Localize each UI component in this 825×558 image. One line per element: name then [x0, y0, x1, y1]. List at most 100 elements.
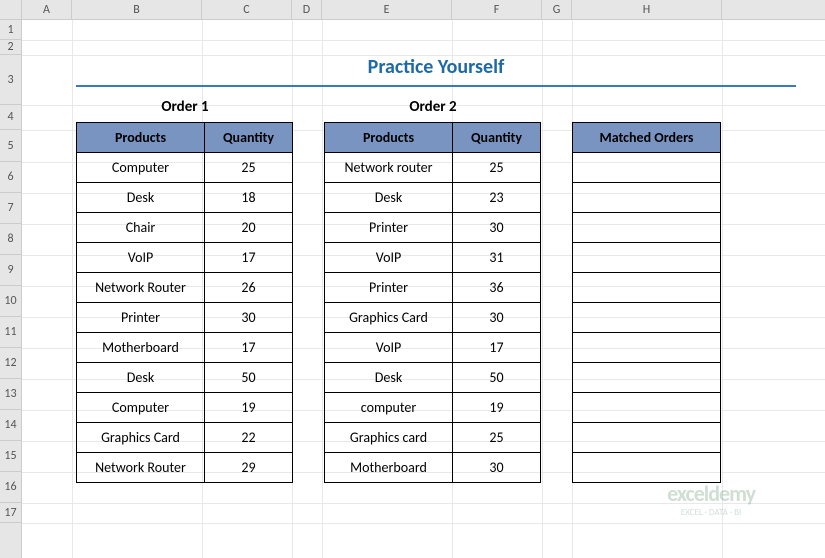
- cell[interactable]: 29: [205, 453, 293, 483]
- row-header[interactable]: 15: [0, 441, 21, 472]
- order1-products-header[interactable]: Products: [77, 123, 205, 153]
- cell[interactable]: 17: [205, 243, 293, 273]
- row-header[interactable]: 12: [0, 348, 21, 379]
- table-row: VoIP31: [325, 243, 541, 273]
- cell[interactable]: [573, 213, 721, 243]
- table-row: Desk23: [325, 183, 541, 213]
- cell[interactable]: 26: [205, 273, 293, 303]
- cell[interactable]: 30: [453, 303, 541, 333]
- gridline-vertical: [72, 20, 73, 558]
- row-header[interactable]: 13: [0, 379, 21, 410]
- cell[interactable]: 30: [453, 453, 541, 483]
- cell[interactable]: 31: [453, 243, 541, 273]
- cell[interactable]: Desk: [325, 363, 453, 393]
- cell[interactable]: 23: [453, 183, 541, 213]
- row-header[interactable]: 1: [0, 20, 21, 40]
- table-row: [573, 303, 721, 333]
- grid-area[interactable]: Practice Yourself Order 1 Order 2 Produc…: [22, 20, 825, 558]
- cell[interactable]: 20: [205, 213, 293, 243]
- row-header[interactable]: 8: [0, 224, 21, 255]
- cell[interactable]: Motherboard: [325, 453, 453, 483]
- cell[interactable]: 50: [453, 363, 541, 393]
- row-header[interactable]: 11: [0, 317, 21, 348]
- row-header[interactable]: 16: [0, 472, 21, 503]
- table-row: Printer30: [77, 303, 293, 333]
- row-header[interactable]: 5: [0, 130, 21, 162]
- row-header[interactable]: 3: [0, 55, 21, 105]
- cell[interactable]: 17: [453, 333, 541, 363]
- cell[interactable]: VoIP: [325, 333, 453, 363]
- table-row: Graphics card25: [325, 423, 541, 453]
- cell[interactable]: [573, 243, 721, 273]
- cell[interactable]: 30: [453, 213, 541, 243]
- row-header[interactable]: 17: [0, 503, 21, 523]
- col-header[interactable]: C: [202, 0, 292, 19]
- col-header[interactable]: F: [452, 0, 542, 19]
- cell[interactable]: 17: [205, 333, 293, 363]
- cell[interactable]: 50: [205, 363, 293, 393]
- cell[interactable]: computer: [325, 393, 453, 423]
- order1-quantity-header[interactable]: Quantity: [205, 123, 293, 153]
- cell[interactable]: 30: [205, 303, 293, 333]
- cell[interactable]: Desk: [77, 363, 205, 393]
- cell[interactable]: Desk: [77, 183, 205, 213]
- col-header[interactable]: D: [292, 0, 322, 19]
- cell[interactable]: [573, 333, 721, 363]
- row-header[interactable]: 9: [0, 255, 21, 286]
- cell[interactable]: Chair: [77, 213, 205, 243]
- row-header[interactable]: 10: [0, 286, 21, 317]
- cell[interactable]: Graphics card: [325, 423, 453, 453]
- cell[interactable]: 18: [205, 183, 293, 213]
- col-header[interactable]: H: [572, 0, 722, 19]
- col-header[interactable]: E: [322, 0, 452, 19]
- cell[interactable]: Printer: [77, 303, 205, 333]
- table-row: [573, 333, 721, 363]
- row-header[interactable]: 2: [0, 40, 21, 55]
- table-row: [573, 213, 721, 243]
- cell[interactable]: 22: [205, 423, 293, 453]
- cell[interactable]: 19: [205, 393, 293, 423]
- cell[interactable]: 19: [453, 393, 541, 423]
- cell[interactable]: [573, 423, 721, 453]
- cell[interactable]: Motherboard: [77, 333, 205, 363]
- cell[interactable]: Desk: [325, 183, 453, 213]
- cell[interactable]: Network Router: [77, 453, 205, 483]
- cell[interactable]: [573, 303, 721, 333]
- row-header[interactable]: 6: [0, 162, 21, 193]
- table-row: Computer19: [77, 393, 293, 423]
- select-all-corner[interactable]: [0, 0, 22, 19]
- col-header[interactable]: B: [72, 0, 202, 19]
- cell[interactable]: VoIP: [325, 243, 453, 273]
- order2-products-header[interactable]: Products: [325, 123, 453, 153]
- cell[interactable]: 25: [453, 423, 541, 453]
- row-header[interactable]: 14: [0, 410, 21, 441]
- cell[interactable]: Printer: [325, 213, 453, 243]
- cell[interactable]: Network router: [325, 153, 453, 183]
- cell[interactable]: Printer: [325, 273, 453, 303]
- cell[interactable]: [573, 453, 721, 483]
- col-header[interactable]: G: [542, 0, 572, 19]
- cell[interactable]: Computer: [77, 153, 205, 183]
- cell[interactable]: VoIP: [77, 243, 205, 273]
- row-header[interactable]: 4: [0, 105, 21, 130]
- row-header[interactable]: 7: [0, 193, 21, 224]
- cell[interactable]: 36: [453, 273, 541, 303]
- table-row: [573, 363, 721, 393]
- col-header[interactable]: A: [22, 0, 72, 19]
- gridline-vertical: [542, 20, 543, 558]
- cell[interactable]: Graphics Card: [325, 303, 453, 333]
- cell[interactable]: [573, 153, 721, 183]
- cell[interactable]: [573, 273, 721, 303]
- cell[interactable]: 25: [453, 153, 541, 183]
- cell[interactable]: [573, 393, 721, 423]
- cell[interactable]: [573, 183, 721, 213]
- matched-orders-header[interactable]: Matched Orders: [573, 123, 721, 153]
- cell[interactable]: Network Router: [77, 273, 205, 303]
- cell[interactable]: Computer: [77, 393, 205, 423]
- gridline-horizontal: [22, 523, 825, 524]
- cell[interactable]: [573, 363, 721, 393]
- gridline-vertical: [322, 20, 323, 558]
- cell[interactable]: 25: [205, 153, 293, 183]
- cell[interactable]: Graphics Card: [77, 423, 205, 453]
- order2-quantity-header[interactable]: Quantity: [453, 123, 541, 153]
